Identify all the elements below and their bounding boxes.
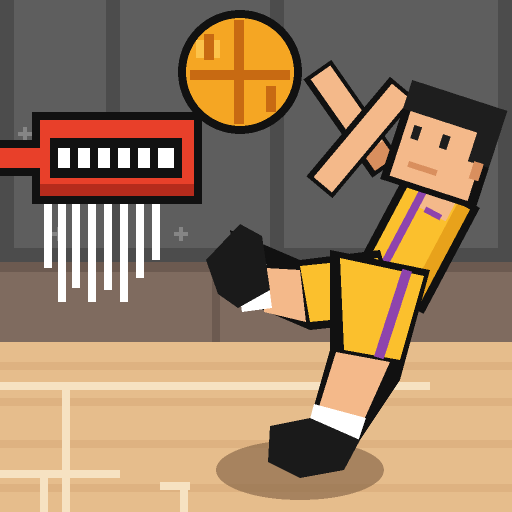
- scene-canvas: [0, 0, 512, 512]
- court-floor: [0, 342, 512, 512]
- game-scene: [0, 0, 512, 512]
- basketball-icon: [178, 10, 302, 134]
